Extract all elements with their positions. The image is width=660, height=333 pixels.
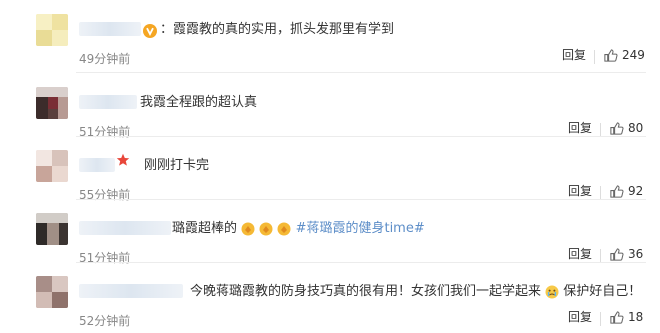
reply-button[interactable]: 回复: [568, 308, 592, 325]
thumbs-up-icon: [604, 48, 618, 62]
avatar[interactable]: [36, 14, 68, 46]
like-count: 249: [622, 48, 645, 62]
like-count: 80: [628, 121, 644, 135]
comment-item: 今晚蒋璐霞教的防身技巧真的很有用！女孩们我们一起学起来 保护好自己！ 52分钟前…: [0, 262, 660, 328]
like-button[interactable]: 80: [609, 118, 643, 138]
star-icon: [116, 153, 130, 166]
comment-item: 刚刚打卡完 55分钟前 回复 92: [0, 136, 660, 202]
like-button[interactable]: 36: [609, 244, 643, 264]
like-count: 92: [628, 184, 644, 198]
cry-icon: [545, 285, 559, 298]
divider: [600, 186, 601, 200]
reply-button[interactable]: 回复: [568, 119, 592, 136]
divider: [594, 50, 595, 64]
comment-item: ：霞霞教的真的实用，抓头发那里有学到 49分钟前 回复 249: [0, 0, 660, 73]
username-blurred[interactable]: [79, 22, 141, 36]
divider: [600, 249, 601, 263]
v-badge-icon: [143, 24, 157, 38]
reply-button[interactable]: 回复: [562, 46, 586, 63]
thumbs-up-icon: [610, 247, 624, 261]
comment-time: 52分钟前: [79, 314, 131, 328]
avatar[interactable]: [36, 213, 68, 245]
comment-text: 我霞全程跟的超认真: [140, 95, 258, 110]
reply-button[interactable]: 回复: [568, 245, 592, 262]
like-button[interactable]: 249: [603, 45, 645, 65]
username-blurred[interactable]: [79, 284, 183, 298]
like-button[interactable]: 92: [609, 181, 643, 201]
comment-item: 我霞全程跟的超认真 51分钟前 回复 80: [0, 73, 660, 139]
comment-text: 今晚蒋璐霞教的防身技巧真的很有用！女孩们我们一起学起来 保护好自己！: [190, 284, 642, 299]
avatar[interactable]: [36, 87, 68, 119]
comment-text: 刚刚打卡完: [144, 158, 210, 173]
comment-item: 璐霞超棒的 #蒋璐霞的健身time# 51分钟前 回复 36: [0, 199, 660, 265]
avatar[interactable]: [36, 150, 68, 182]
like-count: 36: [628, 247, 644, 261]
comment-time: 49分钟前: [79, 52, 131, 66]
thumbs-up-icon: [610, 184, 624, 198]
topic-link[interactable]: #蒋璐霞的健身time#: [296, 221, 425, 236]
divider: [600, 312, 601, 326]
reply-button[interactable]: 回复: [568, 182, 592, 199]
username-blurred[interactable]: [79, 95, 137, 109]
thumbs-up-icon: [610, 121, 624, 135]
like-button[interactable]: 18: [609, 307, 643, 327]
comment-text: ：霞霞教的真的实用，抓头发那里有学到: [160, 22, 395, 37]
thumbs-up-icon: [610, 310, 624, 324]
clap-icon: [277, 222, 291, 235]
username-blurred[interactable]: [79, 221, 171, 235]
avatar[interactable]: [36, 276, 68, 308]
comment-text: 璐霞超棒的 #蒋璐霞的健身time#: [172, 221, 425, 236]
clap-icon: [241, 222, 255, 235]
like-count: 18: [628, 310, 644, 324]
username-blurred[interactable]: [79, 158, 115, 172]
divider: [600, 123, 601, 137]
clap-icon: [259, 222, 273, 235]
